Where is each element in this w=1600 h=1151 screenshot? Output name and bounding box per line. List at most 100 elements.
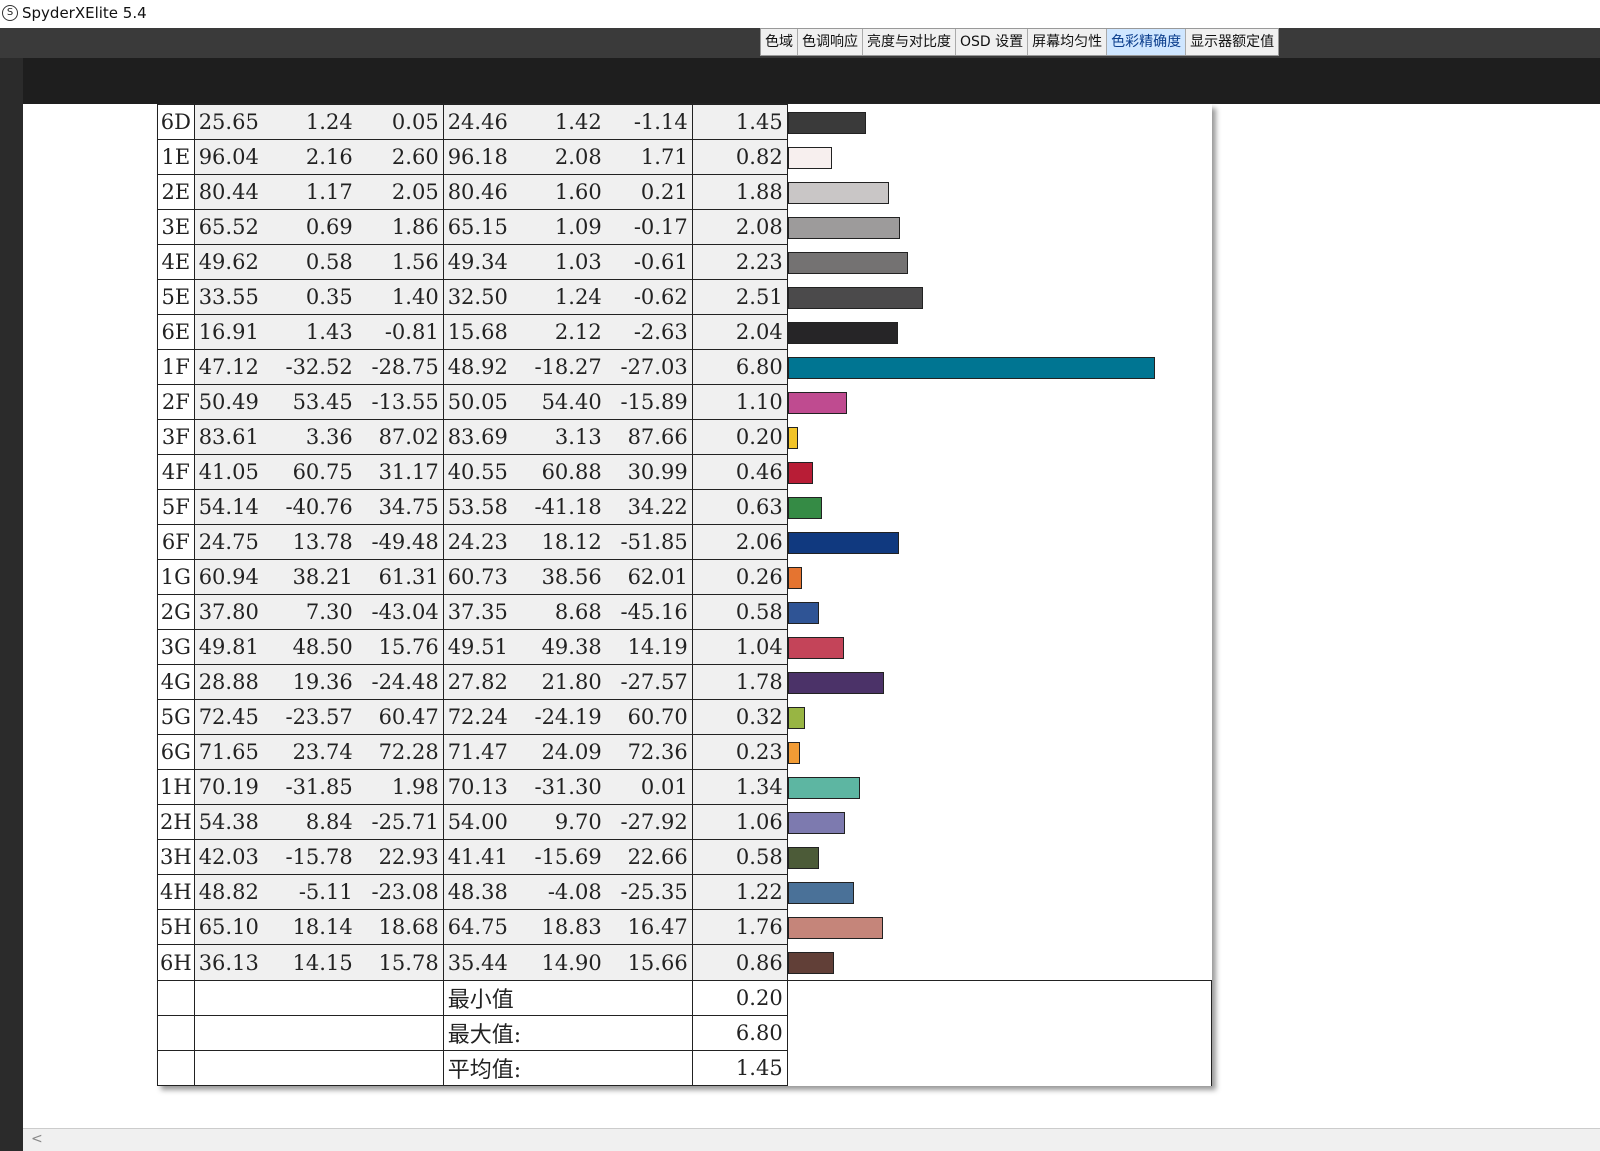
- delta-e-bar: [787, 846, 819, 869]
- delta-e-value: 1.06: [691, 804, 788, 840]
- patch-id: 5E: [157, 279, 195, 315]
- meas-a: 9.70: [517, 804, 606, 840]
- ref-b: 72.28: [356, 734, 444, 770]
- ref-l: 72.45: [193, 699, 269, 735]
- bar-cell: [787, 629, 1212, 665]
- delta-e-bar: [787, 531, 899, 554]
- table-row: 2G 37.80 7.30 -43.04 37.35 8.68 -45.16 0.58: [157, 594, 1212, 630]
- table-row: 4F 41.05 60.75 31.17 40.55 60.88 30.99 0.46: [157, 454, 1212, 490]
- ref-a: 1.24: [268, 104, 357, 140]
- table-row: 6G 71.65 23.74 72.28 71.47 24.09 72.36 0.23: [157, 734, 1212, 770]
- patch-id: 2F: [157, 384, 195, 420]
- ref-a: 48.50: [268, 629, 357, 665]
- delta-e-value: 1.22: [691, 874, 788, 910]
- bar-cell: [787, 769, 1212, 805]
- table-row: 5F 54.14 -40.76 34.75 53.58 -41.18 34.22 0.63: [157, 489, 1212, 525]
- delta-e-value: 1.88: [691, 174, 788, 210]
- ref-a: -23.57: [268, 699, 357, 735]
- meas-a: 1.60: [517, 174, 606, 210]
- meas-b: -27.57: [605, 664, 693, 700]
- meas-b: 15.66: [605, 944, 693, 981]
- meas-a: 2.08: [517, 139, 606, 175]
- ref-l: 36.13: [193, 944, 269, 981]
- meas-l: 48.92: [442, 349, 518, 385]
- meas-a: -18.27: [517, 349, 606, 385]
- delta-e-value: 2.04: [691, 314, 788, 350]
- delta-e-bar: [787, 111, 866, 134]
- meas-a: -41.18: [517, 489, 606, 525]
- ref-l: 49.81: [193, 629, 269, 665]
- ref-l: 37.80: [193, 594, 269, 630]
- ref-b: 15.78: [356, 944, 444, 981]
- patch-id: 6F: [157, 524, 195, 560]
- meas-l: 72.24: [442, 699, 518, 735]
- summary-chart-blank: [787, 980, 1213, 1086]
- tab-3[interactable]: OSD 设置: [956, 29, 1029, 55]
- tab-6[interactable]: 显示器额定值: [1186, 29, 1278, 55]
- tab-1[interactable]: 色调响应: [798, 29, 863, 55]
- bar-cell: [787, 104, 1212, 140]
- meas-b: 30.99: [605, 454, 693, 490]
- tab-4[interactable]: 屏幕均匀性: [1028, 29, 1108, 55]
- bar-cell: [787, 454, 1212, 490]
- patch-id: 3F: [157, 419, 195, 455]
- meas-b: 72.36: [605, 734, 693, 770]
- meas-a: 21.80: [517, 664, 606, 700]
- delta-e-bar: [787, 776, 860, 799]
- ref-b: 87.02: [356, 419, 444, 455]
- tab-5[interactable]: 色彩精确度: [1107, 29, 1187, 55]
- tab-0[interactable]: 色域: [761, 29, 798, 55]
- bar-cell: [787, 874, 1212, 910]
- meas-b: -15.89: [605, 384, 693, 420]
- delta-e-bar: [787, 636, 844, 659]
- meas-a: -15.69: [517, 839, 606, 875]
- meas-l: 35.44: [442, 944, 518, 981]
- delta-e-value: 1.10: [691, 384, 788, 420]
- horizontal-scrollbar[interactable]: <: [23, 1128, 1600, 1151]
- meas-l: 49.34: [442, 244, 518, 280]
- patch-id: 2E: [157, 174, 195, 210]
- delta-e-bar: [787, 146, 832, 169]
- summary-value: 6.80: [691, 1015, 788, 1051]
- ref-b: 60.47: [356, 699, 444, 735]
- delta-e-value: 2.51: [691, 279, 788, 315]
- patch-id: 2H: [157, 804, 195, 840]
- patch-id: 1E: [157, 139, 195, 175]
- meas-l: 50.05: [442, 384, 518, 420]
- bar-cell: [787, 174, 1212, 210]
- tab-strip: 色域 色调响应 亮度与对比度 OSD 设置 屏幕均匀性 色彩精确度 显示器额定值: [0, 28, 1600, 58]
- tab-2[interactable]: 亮度与对比度: [863, 29, 956, 55]
- meas-a: 60.88: [517, 454, 606, 490]
- ref-l: 83.61: [193, 419, 269, 455]
- bar-cell: [787, 839, 1212, 875]
- meas-l: 54.00: [442, 804, 518, 840]
- meas-a: 3.13: [517, 419, 606, 455]
- delta-e-value: 2.23: [691, 244, 788, 280]
- meas-b: -27.03: [605, 349, 693, 385]
- ref-b: 18.68: [356, 909, 444, 945]
- delta-e-bar: [787, 916, 883, 939]
- app-logo-icon: S: [2, 5, 18, 21]
- ref-b: 15.76: [356, 629, 444, 665]
- ref-b: -13.55: [356, 384, 444, 420]
- meas-b: -45.16: [605, 594, 693, 630]
- patch-id: 1H: [157, 769, 195, 805]
- table-row: 3F 83.61 3.36 87.02 83.69 3.13 87.66 0.20: [157, 419, 1212, 455]
- delta-e-bar: [787, 391, 848, 414]
- bar-cell: [787, 804, 1212, 840]
- bar-cell: [787, 279, 1212, 315]
- bar-cell: [787, 734, 1212, 770]
- meas-a: 14.90: [517, 944, 606, 981]
- delta-e-bar: [787, 951, 835, 974]
- scroll-left-arrow-icon[interactable]: <: [31, 1131, 43, 1147]
- meas-b: 14.19: [605, 629, 693, 665]
- delta-e-value: 6.80: [691, 349, 788, 385]
- table-row: 2F 50.49 53.45 -13.55 50.05 54.40 -15.89 1.10: [157, 384, 1212, 420]
- delta-e-bar: [787, 356, 1155, 379]
- bar-cell: [787, 384, 1212, 420]
- ref-b: -49.48: [356, 524, 444, 560]
- bar-cell: [787, 664, 1212, 700]
- ref-l: 41.05: [193, 454, 269, 490]
- bar-cell: [787, 314, 1212, 350]
- delta-e-bar: [787, 426, 799, 449]
